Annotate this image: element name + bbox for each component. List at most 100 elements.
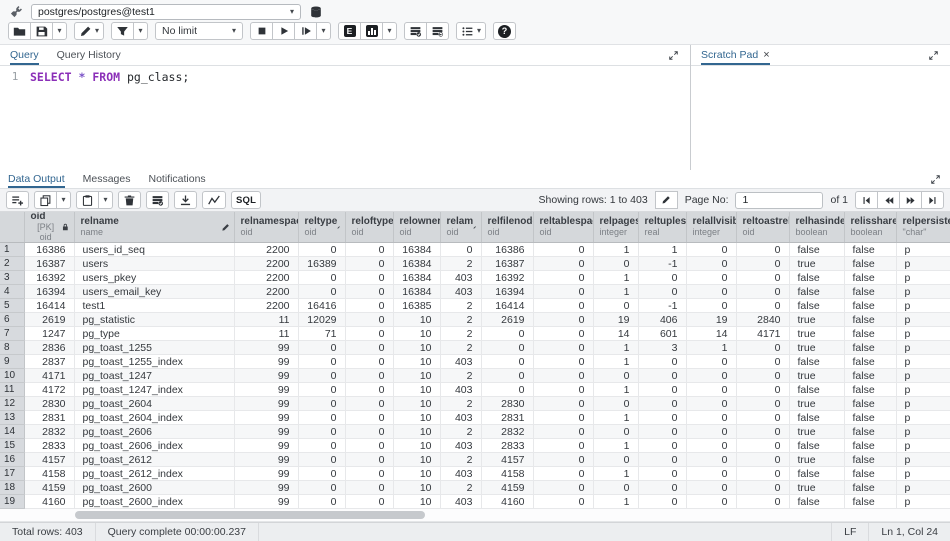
cell-relfilenode[interactable]: 0 (481, 341, 533, 355)
cell-reltoastrelid[interactable]: 0 (736, 369, 789, 383)
copy-sql-button[interactable]: SQL (231, 191, 261, 209)
row-number[interactable]: 17 (0, 467, 24, 481)
cell-relisshared[interactable]: false (844, 285, 896, 299)
cell-relallvisible[interactable]: 19 (686, 313, 736, 327)
execute-options-caret[interactable]: ▾ (316, 22, 331, 40)
cell-relpersistence[interactable]: p (896, 257, 950, 271)
cell-relam[interactable]: 2 (440, 257, 481, 271)
cell-oid[interactable]: 2836 (24, 341, 74, 355)
cell-relpages[interactable]: 0 (593, 481, 638, 495)
row-limit-select[interactable]: No limit ▾ (155, 22, 243, 40)
cell-reltype[interactable]: 71 (298, 327, 345, 341)
cell-relhasindex[interactable]: true (789, 313, 844, 327)
column-header-relam[interactable]: relamoid (440, 212, 481, 243)
cell-relnamespace[interactable]: 99 (234, 341, 298, 355)
cell-relpersistence[interactable]: p (896, 299, 950, 313)
cell-reltuples[interactable]: 0 (638, 271, 686, 285)
cell-reltablespace[interactable]: 0 (533, 271, 593, 285)
column-header-reloftype[interactable]: reloftypeoid (345, 212, 393, 243)
cancel-query-button[interactable] (250, 22, 273, 40)
cell-relpages[interactable]: 14 (593, 327, 638, 341)
cell-reltoastrelid[interactable]: 0 (736, 495, 789, 509)
column-header-reltuples[interactable]: reltuplesreal (638, 212, 686, 243)
cell-oid[interactable]: 16386 (24, 243, 74, 257)
tab-messages[interactable]: Messages (83, 170, 131, 188)
cell-relpages[interactable]: 0 (593, 425, 638, 439)
cell-relfilenode[interactable]: 16392 (481, 271, 533, 285)
cell-reltuples[interactable]: 0 (638, 369, 686, 383)
cell-relam[interactable]: 403 (440, 355, 481, 369)
edit-button[interactable]: ▾ (74, 22, 104, 40)
cell-relnamespace[interactable]: 11 (234, 327, 298, 341)
cell-relpages[interactable]: 1 (593, 383, 638, 397)
column-header-reltoastrelid[interactable]: reltoastrelidoid (736, 212, 789, 243)
cell-reltablespace[interactable]: 0 (533, 257, 593, 271)
column-header-relpersistence[interactable]: relpersistence"char" (896, 212, 950, 243)
cell-relowner[interactable]: 10 (393, 453, 440, 467)
cell-relfilenode[interactable]: 0 (481, 383, 533, 397)
cell-relpages[interactable]: 0 (593, 257, 638, 271)
cell-reloftype[interactable]: 0 (345, 271, 393, 285)
column-header-relhasindex[interactable]: relhasindexboolean (789, 212, 844, 243)
cell-reloftype[interactable]: 0 (345, 285, 393, 299)
cell-reltablespace[interactable]: 0 (533, 397, 593, 411)
cell-reloftype[interactable]: 0 (345, 411, 393, 425)
cell-oid[interactable]: 2619 (24, 313, 74, 327)
cell-relnamespace[interactable]: 99 (234, 369, 298, 383)
cell-relisshared[interactable]: false (844, 383, 896, 397)
cell-relhasindex[interactable]: false (789, 285, 844, 299)
help-button[interactable]: ? (493, 22, 516, 40)
row-number[interactable]: 18 (0, 481, 24, 495)
cell-oid[interactable]: 4172 (24, 383, 74, 397)
cell-reloftype[interactable]: 0 (345, 453, 393, 467)
cell-relpersistence[interactable]: p (896, 369, 950, 383)
cell-relname[interactable]: pg_toast_2604_index (74, 411, 234, 425)
cell-reltablespace[interactable]: 0 (533, 243, 593, 257)
cell-relname[interactable]: pg_type (74, 327, 234, 341)
cell-reltype[interactable]: 0 (298, 481, 345, 495)
cell-reltuples[interactable]: 0 (638, 411, 686, 425)
cell-oid[interactable]: 4160 (24, 495, 74, 509)
cell-relname[interactable]: pg_toast_1247 (74, 369, 234, 383)
cell-reltuples[interactable]: -1 (638, 257, 686, 271)
copy-options-caret[interactable]: ▾ (56, 191, 71, 209)
cell-relpersistence[interactable]: p (896, 411, 950, 425)
cell-reloftype[interactable]: 0 (345, 257, 393, 271)
cell-relam[interactable]: 403 (440, 285, 481, 299)
cell-oid[interactable]: 4157 (24, 453, 74, 467)
cell-relnamespace[interactable]: 99 (234, 481, 298, 495)
cell-relam[interactable]: 403 (440, 495, 481, 509)
cell-relpersistence[interactable]: p (896, 383, 950, 397)
cell-relam[interactable]: 2 (440, 313, 481, 327)
cell-relisshared[interactable]: false (844, 327, 896, 341)
cell-reltablespace[interactable]: 0 (533, 313, 593, 327)
cell-reltuples[interactable]: 0 (638, 397, 686, 411)
cell-reltoastrelid[interactable]: 0 (736, 271, 789, 285)
row-number-header[interactable] (0, 212, 24, 243)
row-number[interactable]: 2 (0, 257, 24, 271)
cell-relisshared[interactable]: false (844, 425, 896, 439)
cell-relowner[interactable]: 10 (393, 369, 440, 383)
column-header-relisshared[interactable]: relissharedboolean (844, 212, 896, 243)
cell-reltuples[interactable]: 1 (638, 243, 686, 257)
row-number[interactable]: 1 (0, 243, 24, 257)
cell-oid[interactable]: 16392 (24, 271, 74, 285)
cell-reltype[interactable]: 0 (298, 495, 345, 509)
cell-relowner[interactable]: 10 (393, 313, 440, 327)
cell-relhasindex[interactable]: true (789, 341, 844, 355)
cell-relhasindex[interactable]: false (789, 383, 844, 397)
cell-reltoastrelid[interactable]: 0 (736, 425, 789, 439)
cell-relhasindex[interactable]: true (789, 481, 844, 495)
cell-relpages[interactable]: 1 (593, 355, 638, 369)
cell-relname[interactable]: pg_statistic (74, 313, 234, 327)
cell-reltype[interactable]: 0 (298, 341, 345, 355)
scratch-pad-body[interactable] (691, 66, 950, 170)
cell-relhasindex[interactable]: false (789, 299, 844, 313)
cell-relhasindex[interactable]: false (789, 243, 844, 257)
cell-relname[interactable]: pg_toast_2606_index (74, 439, 234, 453)
cell-reltablespace[interactable]: 0 (533, 481, 593, 495)
cell-reltype[interactable]: 12029 (298, 313, 345, 327)
cell-relnamespace[interactable]: 99 (234, 453, 298, 467)
cell-relisshared[interactable]: false (844, 299, 896, 313)
cell-relpages[interactable]: 1 (593, 243, 638, 257)
